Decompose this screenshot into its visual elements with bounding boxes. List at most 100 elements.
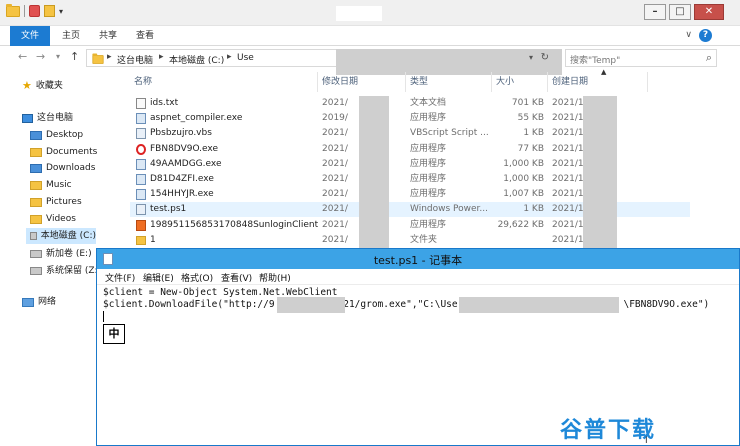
column-header-type[interactable]: 类型 [406,72,492,92]
file-type: 应用程序 [410,143,447,154]
notepad-titlebar: test.ps1 - 记事本 [97,249,739,269]
script-file-icon [136,128,146,140]
file-size: 77 KB [517,143,544,154]
address-bar-row: ← → ▾ ↑ ▸ 这台电脑 ▸ 本地磁盘 (C:) ▸ Use ▾ ↻ 搜索"… [0,46,740,75]
folder-icon [92,53,104,64]
nav-label: Desktop [46,130,84,140]
music-folder-icon [30,180,42,190]
file-size: 29,622 KB [497,219,544,230]
nav-label: Videos [46,214,76,224]
nav-network[interactable]: 网络 [22,294,56,310]
desktop-folder-icon [30,130,42,140]
close-button[interactable]: ✕ [694,4,724,20]
help-icon[interactable]: ? [699,29,712,42]
drive-icon [30,267,42,275]
red-ring-exe-icon [136,143,146,155]
tab-share[interactable]: 共享 [89,26,127,46]
sunlogin-exe-icon [136,219,146,231]
nav-label: 这台电脑 [37,113,74,123]
tab-view[interactable]: 查看 [126,26,164,46]
created-date-redacted [583,96,617,248]
nav-label: 新加卷 (E:) [46,249,92,259]
file-size: 701 KB [511,98,544,108]
text-file-icon [136,98,146,109]
path-redacted [459,297,619,313]
breadcrumb-users[interactable]: Use [237,53,254,63]
tab-home[interactable]: 主页 [52,26,90,46]
nav-music[interactable]: Music [30,177,72,193]
menu-format[interactable]: 格式(O) [181,271,213,284]
ime-indicator[interactable]: 中 [103,324,125,344]
search-icon[interactable]: ⌕ [706,51,712,65]
nav-desktop[interactable]: Desktop [30,127,83,143]
nav-downloads[interactable]: Downloads [30,160,95,176]
file-type: 应用程序 [410,219,447,230]
minimize-button[interactable]: – [644,4,666,20]
folder-icon[interactable] [6,3,20,17]
file-size [492,233,544,248]
back-arrow-icon[interactable]: ← [18,50,27,63]
breadcrumb-separator: ▸ [107,52,112,62]
up-arrow-icon[interactable]: ↑ [70,50,79,63]
menu-view[interactable]: 查看(V) [221,271,252,284]
new-folder-icon[interactable] [44,5,55,17]
file-type: Windows Power... [410,204,489,215]
folder-icon [136,235,146,245]
downloads-folder-icon [30,163,42,173]
file-size: 1 KB [523,204,544,215]
column-header-modified[interactable]: 修改日期 [318,72,406,92]
search-input[interactable]: 搜索"Temp" ⌕ [565,49,717,67]
menu-edit[interactable]: 编辑(E) [143,271,174,284]
divider [24,5,25,17]
file-name: 154HHYJR.exe [150,189,214,200]
nav-pictures[interactable]: Pictures [30,194,82,210]
properties-icon[interactable] [29,5,40,17]
powershell-file-icon [136,204,146,216]
column-header-name[interactable]: 名称 [130,72,318,92]
nav-drive-c[interactable]: 本地磁盘 (C:) [26,228,96,244]
chevron-down-icon[interactable]: ∨ [685,30,692,40]
file-name: test.ps1 [150,204,187,215]
notepad-menubar: 文件(F) 编辑(E) 格式(O) 查看(V) 帮助(H) [97,269,739,285]
file-type: 应用程序 [410,174,447,184]
menu-help[interactable]: 帮助(H) [259,271,291,284]
nav-videos[interactable]: Videos [30,211,76,227]
exe-file-icon [136,174,146,185]
videos-folder-icon [30,214,42,224]
menu-file[interactable]: 文件(F) [105,271,135,284]
nav-label: Documents [46,147,98,157]
chevron-down-icon[interactable]: ▾ [59,7,63,16]
forward-arrow-icon[interactable]: → [36,50,45,63]
quick-access-toolbar: ▾ [6,3,63,17]
chevron-down-icon[interactable]: ▾ [529,53,533,62]
nav-documents[interactable]: Documents [30,144,97,160]
file-list: ▲ 名称 修改日期 类型 大小 创建日期 ids.txt 2021/文本文档 701… [130,68,740,250]
documents-folder-icon [30,147,42,157]
nav-drive-e[interactable]: 新加卷 (E:) [30,246,92,262]
column-header-size[interactable]: 大小 [492,72,548,92]
exe-file-icon [136,113,146,125]
breadcrumb-drive-c[interactable]: 本地磁盘 (C:) [169,53,224,66]
maximize-button[interactable]: □ [669,4,691,20]
tab-file[interactable]: 文件 [10,26,50,46]
nav-favorites[interactable]: ★ 收藏夹 [22,78,63,94]
refresh-icon[interactable]: ↻ [541,52,549,63]
recent-chevron-icon[interactable]: ▾ [56,52,60,61]
window-controls: – □ ✕ [644,4,724,20]
file-type: 应用程序 [410,113,447,124]
nav-drive-z[interactable]: 系统保留 (Z:) [30,263,101,279]
notepad-title: test.ps1 - 记事本 [373,254,463,267]
network-icon [22,297,34,307]
address-bar[interactable]: ▸ 这台电脑 ▸ 本地磁盘 (C:) ▸ Use ▾ ↻ [86,49,562,75]
breadcrumb-this-pc[interactable]: 这台电脑 [117,53,153,66]
nav-label: 本地磁盘 (C:) [40,231,96,241]
file-name: Pbsbzujro.vbs [150,128,212,139]
computer-icon [22,113,33,123]
text-cursor [103,311,104,322]
pictures-folder-icon [30,197,42,207]
nav-this-pc[interactable]: 这台电脑 [22,110,73,126]
watermark-logo: 谷普下载 [560,418,657,443]
file-type: VBScript Script ... [410,128,489,139]
column-header-created[interactable]: 创建日期 [548,72,648,92]
file-type: 文件夹 [410,234,438,245]
